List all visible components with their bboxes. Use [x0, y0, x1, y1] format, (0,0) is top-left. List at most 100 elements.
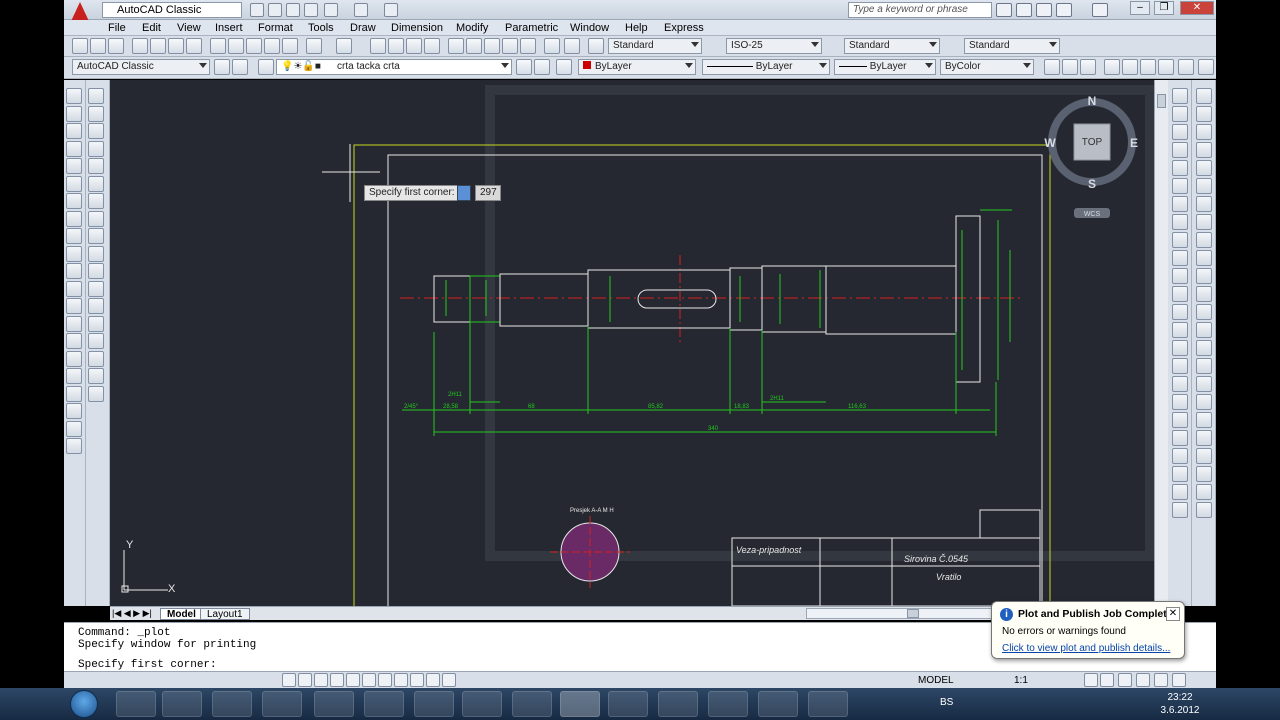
viewcube[interactable]: TOP N S E W WCS: [1040, 92, 1140, 222]
draw-tool-icon[interactable]: [66, 263, 82, 279]
toolbar-tool-icon[interactable]: [132, 38, 148, 54]
toolbar-tool-icon[interactable]: [264, 38, 280, 54]
status-toggle-icon[interactable]: [330, 673, 344, 687]
status-toggle-icon[interactable]: [394, 673, 408, 687]
snap-tool-icon[interactable]: [1196, 376, 1212, 392]
status-toggle-icon[interactable]: [410, 673, 424, 687]
compass-north[interactable]: N: [1088, 94, 1097, 108]
draw-tool-icon[interactable]: [66, 88, 82, 104]
system-clock[interactable]: 23:22 3.6.2012: [1158, 691, 1202, 717]
snap-tool-icon[interactable]: [1172, 412, 1188, 428]
zoom-tool-icon[interactable]: [1158, 59, 1174, 75]
search-input[interactable]: Type a keyword or phrase: [848, 2, 992, 18]
menu-parametric[interactable]: Parametric: [505, 20, 558, 36]
toolbar-tool-icon[interactable]: [186, 38, 202, 54]
snap-tool-icon[interactable]: [1172, 376, 1188, 392]
open-file-icon[interactable]: [268, 3, 282, 17]
redo-icon[interactable]: [354, 3, 368, 17]
table-style-select[interactable]: Standard: [844, 38, 940, 54]
make-current-layer-icon[interactable]: [516, 59, 532, 75]
draw-tool-icon[interactable]: [88, 88, 104, 104]
draw-tool-icon[interactable]: [88, 281, 104, 297]
mleader-style-select[interactable]: Standard: [964, 38, 1060, 54]
status-toggle-icon[interactable]: [362, 673, 376, 687]
draw-tool-icon[interactable]: [66, 106, 82, 122]
favorites-icon[interactable]: [1056, 3, 1072, 17]
workspace-settings-icon[interactable]: [214, 59, 230, 75]
snap-tool-icon[interactable]: [1172, 502, 1188, 518]
snap-tool-icon[interactable]: [1172, 484, 1188, 500]
snap-tool-icon[interactable]: [1196, 394, 1212, 410]
snap-tool-icon[interactable]: [1196, 304, 1212, 320]
menu-view[interactable]: View: [177, 20, 201, 36]
horizontal-scroll-thumb[interactable]: [907, 609, 919, 618]
draw-tool-icon[interactable]: [66, 351, 82, 367]
snap-tool-icon[interactable]: [1172, 322, 1188, 338]
draw-tool-icon[interactable]: [66, 211, 82, 227]
zoom-tool-icon[interactable]: [1104, 59, 1120, 75]
draw-tool-icon[interactable]: [66, 158, 82, 174]
workspace-select-2[interactable]: AutoCAD Classic: [72, 59, 210, 75]
taskbar-visual-studio-2-icon[interactable]: [658, 691, 698, 717]
menu-modify[interactable]: Modify: [456, 20, 488, 36]
zoom-tool-icon[interactable]: [1140, 59, 1156, 75]
status-toggle-icon[interactable]: [378, 673, 392, 687]
plot-icon[interactable]: [384, 3, 398, 17]
snap-tool-icon[interactable]: [1172, 466, 1188, 482]
toolbar-tool-icon[interactable]: [150, 38, 166, 54]
draw-tool-icon[interactable]: [66, 438, 82, 454]
draw-tool-icon[interactable]: [66, 281, 82, 297]
snap-tool-icon[interactable]: [1196, 178, 1212, 194]
zoom-tool-icon[interactable]: [1198, 59, 1214, 75]
compass-east[interactable]: E: [1130, 136, 1138, 150]
draw-tool-icon[interactable]: [88, 333, 104, 349]
draw-tool-icon[interactable]: [66, 123, 82, 139]
toolbar-tool-icon[interactable]: [246, 38, 262, 54]
workspace-lock-icon[interactable]: [232, 59, 248, 75]
zoom-tool-icon[interactable]: [1044, 59, 1060, 75]
new-file-icon[interactable]: [250, 3, 264, 17]
taskbar-ie-icon[interactable]: [116, 691, 156, 717]
zoom-tool-icon[interactable]: [1080, 59, 1096, 75]
snap-tool-icon[interactable]: [1172, 430, 1188, 446]
lineweight-select[interactable]: ByLayer: [834, 59, 936, 75]
snap-tool-icon[interactable]: [1196, 484, 1212, 500]
snap-tool-icon[interactable]: [1172, 124, 1188, 140]
dim-style-select[interactable]: ISO-25: [726, 38, 822, 54]
snap-tool-icon[interactable]: [1196, 466, 1212, 482]
layer-previous-icon[interactable]: [534, 59, 550, 75]
draw-tool-icon[interactable]: [66, 316, 82, 332]
snap-tool-icon[interactable]: [1196, 502, 1212, 518]
draw-tool-icon[interactable]: [88, 141, 104, 157]
toolbar-tool-icon[interactable]: [388, 38, 404, 54]
snap-tool-icon[interactable]: [1172, 196, 1188, 212]
draw-tool-icon[interactable]: [66, 368, 82, 384]
draw-tool-icon[interactable]: [66, 421, 82, 437]
toolbar-tool-icon[interactable]: [544, 38, 560, 54]
draw-tool-icon[interactable]: [88, 386, 104, 402]
snap-tool-icon[interactable]: [1196, 232, 1212, 248]
save-as-icon[interactable]: [304, 3, 318, 17]
annotation-scale[interactable]: 1:1: [1014, 675, 1028, 686]
tab-layout1[interactable]: Layout1: [200, 608, 250, 620]
snap-tool-icon[interactable]: [1172, 106, 1188, 122]
snap-tool-icon[interactable]: [1172, 394, 1188, 410]
draw-tool-icon[interactable]: [88, 351, 104, 367]
start-button[interactable]: [70, 690, 98, 718]
draw-tool-icon[interactable]: [88, 158, 104, 174]
taskbar-visual-studio-icon[interactable]: [608, 691, 648, 717]
toolbar-tool-icon[interactable]: [502, 38, 518, 54]
draw-tool-icon[interactable]: [88, 106, 104, 122]
taskbar-media-player-icon[interactable]: [212, 691, 252, 717]
draw-tool-icon[interactable]: [66, 333, 82, 349]
toolbar-tool-icon[interactable]: [90, 38, 106, 54]
workspace-switcher[interactable]: AutoCAD Classic: [102, 2, 242, 18]
snap-tool-icon[interactable]: [1196, 250, 1212, 266]
snap-tool-icon[interactable]: [1172, 232, 1188, 248]
menu-draw[interactable]: Draw: [350, 20, 376, 36]
status-toggle-icon[interactable]: [1118, 673, 1132, 687]
status-toggle-icon[interactable]: [314, 673, 328, 687]
restore-icon[interactable]: ❐: [1154, 1, 1174, 15]
draw-tool-icon[interactable]: [88, 123, 104, 139]
draw-tool-icon[interactable]: [66, 176, 82, 192]
